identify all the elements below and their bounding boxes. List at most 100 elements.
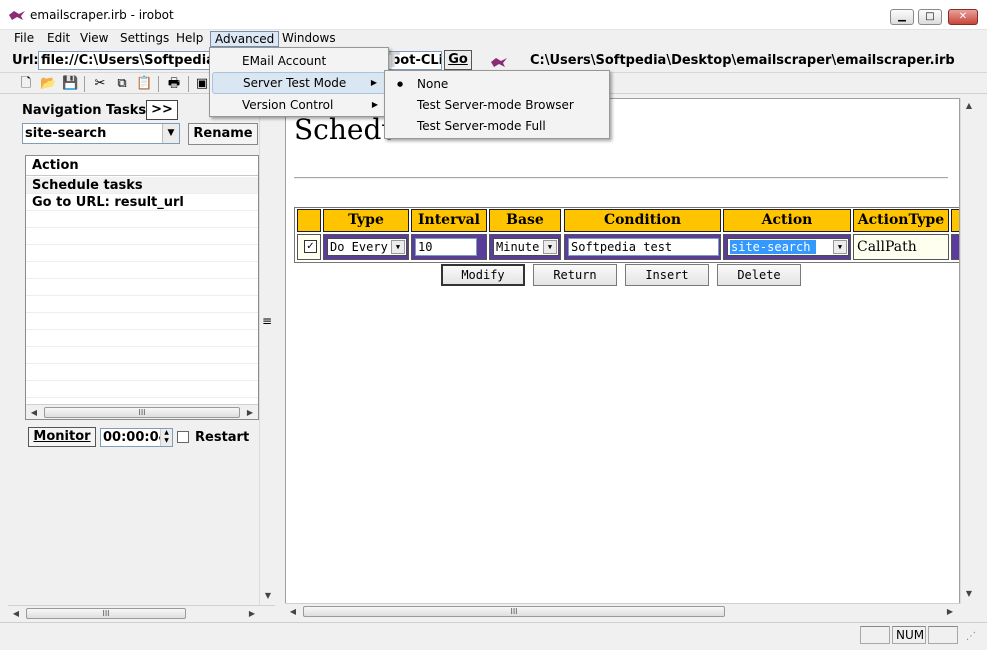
menu-item-test-server-full[interactable]: Test Server-mode Full xyxy=(387,115,607,137)
menu-advanced[interactable]: Advanced xyxy=(210,31,280,47)
modify-button[interactable]: Modify xyxy=(441,264,525,286)
column-header-base: Base xyxy=(489,209,561,232)
menu-item-label: Test Server-mode Full xyxy=(417,119,546,133)
maximize-button[interactable]: □ xyxy=(918,9,942,25)
scroll-right-icon[interactable]: ▶ xyxy=(242,405,258,419)
window-icon[interactable]: ▣ xyxy=(194,76,210,92)
action-column-header[interactable]: Action xyxy=(26,156,258,176)
return-button[interactable]: Return xyxy=(533,264,617,286)
irobot-logo-icon xyxy=(9,11,25,20)
base-select[interactable]: Minute ▼ xyxy=(493,238,559,256)
content-vscroll[interactable]: ▲ ▼ xyxy=(960,98,977,604)
open-folder-icon[interactable]: 📂 xyxy=(40,76,56,92)
scroll-thumb[interactable]: III xyxy=(303,606,725,617)
menu-settings[interactable]: Settings xyxy=(116,31,173,47)
task-select[interactable]: site-search ▼ xyxy=(22,123,180,144)
menu-item-server-test-mode[interactable]: Server Test Mode ▶ xyxy=(212,72,386,94)
save-icon[interactable]: 💾 xyxy=(62,76,78,92)
scroll-left-icon[interactable]: ◀ xyxy=(26,405,42,419)
list-item-empty xyxy=(26,279,258,296)
column-header-action-type: ActionType xyxy=(853,209,949,232)
new-file-icon[interactable]: 🗋 xyxy=(18,76,34,92)
menu-help[interactable]: Help xyxy=(172,31,207,47)
schedule-page: Schedu Type Interval Base Condition Acti… xyxy=(285,98,960,604)
menu-file[interactable]: File xyxy=(10,31,38,47)
monitor-interval-value: 00:00:04 xyxy=(103,430,168,445)
chevron-down-icon[interactable]: ▼ xyxy=(162,124,179,143)
close-button[interactable]: ✕ xyxy=(948,9,978,25)
cut-icon[interactable]: ✂ xyxy=(92,76,108,92)
action-list-hscroll[interactable]: ◀ III ▶ xyxy=(26,404,258,419)
window-title: emailscraper.irb - irobot xyxy=(30,8,174,22)
rename-button[interactable]: Rename xyxy=(188,123,258,145)
go-button[interactable]: Go xyxy=(444,50,472,70)
advanced-menu: EMail Account Server Test Mode ▶ Version… xyxy=(209,47,389,117)
scroll-up-icon[interactable]: ▲ xyxy=(961,98,977,113)
menu-item-label: EMail Account xyxy=(242,54,327,68)
chevron-down-icon[interactable]: ▼ xyxy=(543,240,557,254)
scroll-right-icon[interactable]: ▶ xyxy=(942,604,958,619)
list-item-empty xyxy=(26,296,258,313)
column-header-type: Type xyxy=(323,209,409,232)
list-item[interactable]: Schedule tasks xyxy=(26,177,258,194)
chevron-down-icon[interactable]: ▼ xyxy=(833,240,847,254)
status-bar: NUM ⋰ xyxy=(0,622,987,650)
scroll-thumb[interactable]: III xyxy=(44,407,240,418)
interval-input[interactable]: 10 xyxy=(415,238,477,256)
action-list: Action Schedule tasks Go to URL: result_… xyxy=(25,155,259,420)
scroll-left-icon[interactable]: ◀ xyxy=(285,604,301,619)
action-select[interactable]: site-search ▼ xyxy=(727,238,849,256)
expand-tasks-button[interactable]: >> xyxy=(146,100,178,120)
task-select-value: site-search xyxy=(25,126,107,141)
scroll-down-icon[interactable]: ▼ xyxy=(961,586,977,601)
panel-splitter[interactable]: ≡ xyxy=(258,96,283,620)
url-label: Url: xyxy=(12,53,39,68)
status-cell-scroll xyxy=(928,626,958,644)
list-item-empty xyxy=(26,211,258,228)
minimize-button[interactable]: ▁ xyxy=(890,9,914,25)
url-input[interactable]: file://C:\Users\Softpedia\Ap xyxy=(38,51,210,70)
column-header-action: Action xyxy=(723,209,851,232)
column-header-interval: Interval xyxy=(411,209,487,232)
monitor-button[interactable]: Monitor xyxy=(28,427,96,447)
restart-checkbox[interactable] xyxy=(177,431,189,443)
list-item-empty xyxy=(26,313,258,330)
list-item-empty xyxy=(26,347,258,364)
toolbar-separator xyxy=(84,76,85,92)
monitor-interval-input[interactable]: 00:00:04 ▲ ▼ xyxy=(100,428,173,447)
type-cell: Do Every ▼ xyxy=(323,234,409,260)
content-hscroll[interactable]: ◀ III ▶ xyxy=(285,603,960,618)
condition-input[interactable]: Softpedia test xyxy=(568,238,719,256)
spin-stepper[interactable]: ▲ ▼ xyxy=(160,429,172,446)
toolbar-separator xyxy=(158,76,159,92)
navigation-hscroll[interactable]: ◀ III ▶ xyxy=(8,605,275,620)
menu-item-email-account[interactable]: EMail Account xyxy=(212,50,386,72)
type-select[interactable]: Do Every ▼ xyxy=(327,238,407,256)
menu-item-test-server-browser[interactable]: Test Server-mode Browser xyxy=(387,94,607,116)
status-cell-caps xyxy=(860,626,890,644)
action-select-value: site-search xyxy=(730,240,817,254)
chevron-down-icon[interactable]: ▼ xyxy=(391,240,405,254)
menu-item-label: Server Test Mode xyxy=(243,76,347,90)
menu-edit[interactable]: Edit xyxy=(43,31,74,47)
list-item-empty xyxy=(26,381,258,398)
menu-item-version-control[interactable]: Version Control ▶ xyxy=(212,94,386,116)
scroll-thumb[interactable]: III xyxy=(26,608,186,619)
list-item[interactable]: Go to URL: result_url xyxy=(26,194,258,211)
splitter-grip-icon[interactable]: ≡ xyxy=(262,314,272,328)
menu-windows[interactable]: Windows xyxy=(278,31,340,47)
scroll-left-icon[interactable]: ◀ xyxy=(8,606,24,621)
menu-view[interactable]: View xyxy=(76,31,112,47)
action-cell: site-search ▼ xyxy=(723,234,851,260)
resize-grip-icon[interactable]: ⋰ xyxy=(966,631,976,642)
insert-button[interactable]: Insert xyxy=(625,264,709,286)
print-icon[interactable]: 🖶 xyxy=(166,76,182,92)
menu-item-label: Version Control xyxy=(242,98,334,112)
paste-icon[interactable]: 📋 xyxy=(136,76,152,92)
menu-item-label: None xyxy=(417,77,449,91)
list-item-empty xyxy=(26,228,258,245)
row-checkbox[interactable]: ✓ xyxy=(304,240,317,253)
copy-icon[interactable]: ⧉ xyxy=(114,76,130,92)
delete-button[interactable]: Delete xyxy=(717,264,801,286)
menu-item-none[interactable]: ● None xyxy=(387,73,607,95)
